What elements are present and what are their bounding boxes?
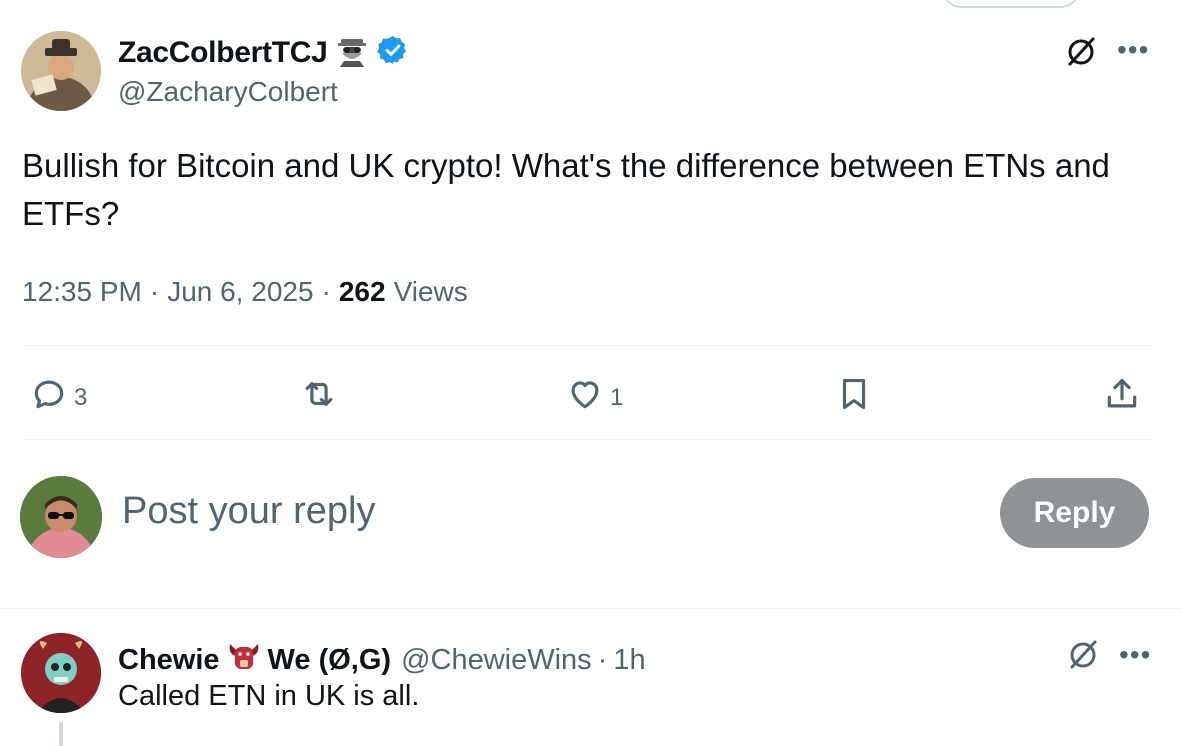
like-action[interactable]: 1 bbox=[566, 375, 623, 420]
spy-emoji-icon bbox=[335, 33, 369, 72]
grok-icon[interactable] bbox=[1064, 35, 1098, 69]
thread-line bbox=[59, 722, 63, 746]
share-action[interactable] bbox=[1103, 375, 1141, 420]
reply-text: Called ETN in UK is all. bbox=[118, 680, 420, 712]
tweet-meta: 12:35 PM · Jun 6, 2025 · 262 Views bbox=[22, 276, 468, 308]
reply-button[interactable]: Reply bbox=[1000, 478, 1149, 548]
meta-separator: · bbox=[321, 276, 331, 307]
more-icon[interactable]: ••• bbox=[1119, 641, 1151, 669]
reply-meta-separator: · bbox=[597, 643, 608, 676]
bull-emoji-icon bbox=[226, 638, 262, 682]
like-icon bbox=[566, 375, 604, 420]
reply-author-handle[interactable]: @ChewieWins bbox=[401, 644, 592, 677]
views-label: Views bbox=[393, 276, 468, 307]
current-user-avatar[interactable] bbox=[20, 476, 102, 558]
views-count: 262 bbox=[338, 276, 386, 307]
top-pill-button[interactable] bbox=[942, 0, 1080, 8]
reply-action[interactable]: 3 bbox=[30, 375, 87, 420]
reply-name-row: Chewie We (Ø,G) @ChewieWins · 1h bbox=[118, 638, 646, 682]
tweet-text: Bullish for Bitcoin and UK crypto! What'… bbox=[22, 147, 1110, 232]
tweet-date[interactable]: Jun 6, 2025 bbox=[167, 276, 313, 308]
author-name-row: ZacColbertTCJ bbox=[118, 33, 409, 72]
tweet-page: ZacColbertTCJ @ZacharyColbert ••• Bullis… bbox=[0, 0, 1182, 746]
reply-count: 3 bbox=[74, 383, 88, 411]
divider bbox=[0, 608, 1182, 609]
repost-action[interactable] bbox=[300, 375, 344, 420]
divider bbox=[22, 345, 1154, 346]
like-count: 1 bbox=[610, 383, 624, 411]
reply-author-avatar[interactable] bbox=[21, 633, 101, 713]
author-handle[interactable]: @ZacharyColbert bbox=[118, 76, 338, 108]
bookmark-action[interactable] bbox=[835, 375, 873, 420]
bookmark-icon bbox=[835, 375, 873, 420]
more-icon[interactable]: ••• bbox=[1117, 36, 1149, 64]
tweet-time[interactable]: 12:35 PM bbox=[22, 276, 142, 308]
reply-author-name-suffix[interactable]: We (Ø,G) bbox=[268, 644, 392, 677]
verified-badge-icon[interactable] bbox=[377, 34, 409, 71]
author-avatar[interactable] bbox=[21, 31, 101, 111]
share-icon bbox=[1103, 375, 1141, 420]
meta-separator: · bbox=[149, 276, 160, 307]
grok-icon[interactable] bbox=[1066, 638, 1100, 672]
reply-time[interactable]: 1h bbox=[613, 644, 645, 677]
reply-author-name[interactable]: Chewie bbox=[118, 644, 220, 677]
divider bbox=[22, 439, 1154, 440]
repost-icon bbox=[300, 375, 338, 420]
author-name[interactable]: ZacColbertTCJ bbox=[118, 36, 328, 70]
reply-icon bbox=[30, 375, 68, 420]
reply-input[interactable]: Post your reply bbox=[122, 490, 375, 533]
